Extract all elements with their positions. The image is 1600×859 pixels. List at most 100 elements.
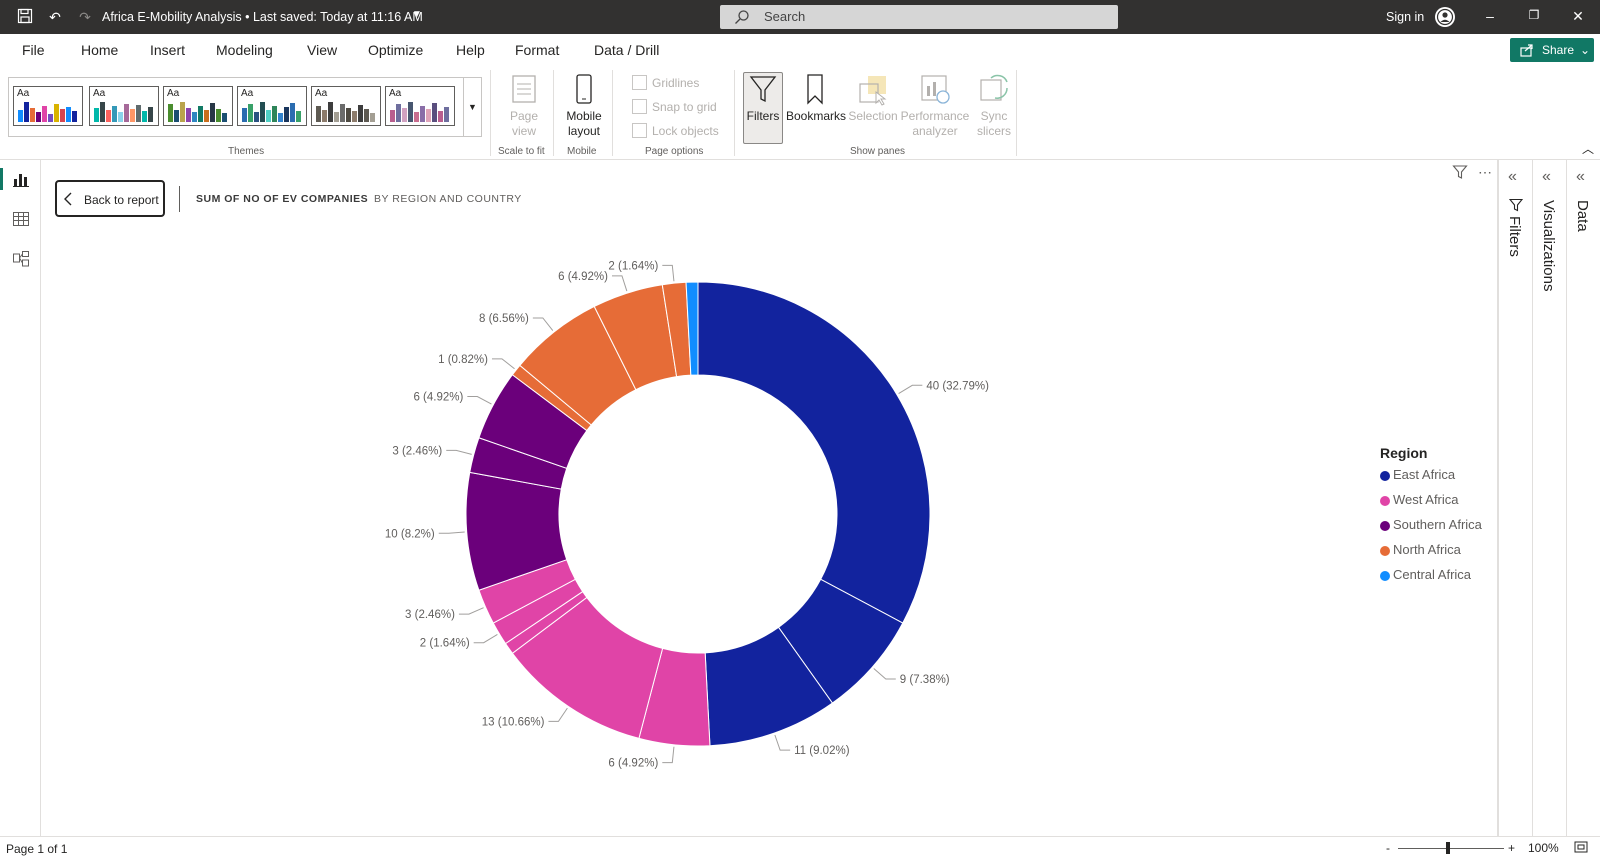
zoom-slider[interactable]: [1398, 848, 1504, 849]
performance-analyzer-button[interactable]: Performance analyzer: [900, 72, 970, 139]
data-pane-collapsed[interactable]: « Data: [1566, 160, 1600, 836]
donut-slice[interactable]: [697, 281, 931, 624]
selection-icon: [859, 76, 887, 106]
data-label: 40 (32.79%): [926, 380, 989, 392]
report-canvas: Back to report SUM OF NO OF EV COMPANIES…: [41, 160, 1498, 836]
data-label-leader: [873, 668, 896, 680]
legend-item-west-africa[interactable]: West Africa: [1380, 492, 1482, 517]
page-view-icon: [512, 75, 536, 103]
data-label-leader: [491, 358, 515, 370]
data-label: 10 (8.2%): [385, 528, 435, 540]
ribbon: Aa Aa Aa Aa Aa Aa ▼ Themes Page view Sca…: [0, 66, 1600, 160]
bookmark-icon: [807, 74, 823, 105]
page-indicator: Page 1 of 1: [6, 842, 68, 856]
avatar[interactable]: [1435, 7, 1455, 27]
legend-item-north-africa[interactable]: North Africa: [1380, 542, 1482, 567]
data-label-leader: [774, 734, 791, 751]
data-label: 2 (1.64%): [608, 260, 658, 272]
expand-filters-icon[interactable]: «: [1508, 168, 1517, 186]
snap-to-grid-label: Snap to grid: [652, 100, 717, 114]
visualizations-pane-collapsed[interactable]: « Visualizations: [1532, 160, 1566, 836]
filters-toggle[interactable]: Filters: [743, 72, 783, 124]
filters-pane-label: Filters: [1506, 216, 1523, 257]
chevron-down-icon: ⌄: [1580, 43, 1591, 57]
search-placeholder: Search: [764, 9, 806, 24]
legend-item-southern-africa[interactable]: Southern Africa: [1380, 517, 1482, 542]
document-title[interactable]: Africa E-Mobility Analysis • Last saved:…: [102, 10, 423, 24]
legend-item-central-africa[interactable]: Central Africa: [1380, 567, 1482, 592]
table-view-icon[interactable]: [12, 210, 30, 228]
data-label: 2 (1.64%): [420, 638, 470, 650]
selection-button[interactable]: Selection: [848, 72, 898, 124]
zoom-in-button[interactable]: +: [1508, 841, 1515, 855]
mobile-layout-label: Mobile layout: [566, 109, 602, 138]
tab-help[interactable]: Help: [456, 42, 485, 58]
data-label-leader: [898, 384, 923, 394]
expand-data-icon[interactable]: «: [1576, 168, 1585, 186]
data-label-leader: [467, 396, 492, 405]
data-label: 3 (2.46%): [405, 609, 455, 621]
tab-data-drill[interactable]: Data / Drill: [594, 42, 659, 58]
themes-group-label: Themes: [228, 146, 265, 157]
filters-label: Filters: [746, 109, 780, 123]
undo-icon[interactable]: ↶: [46, 8, 64, 26]
theme-swatch[interactable]: Aa: [89, 86, 159, 126]
legend-item-east-africa[interactable]: East Africa: [1380, 467, 1482, 492]
legend-title: Region: [1380, 445, 1428, 461]
tab-insert[interactable]: Insert: [150, 42, 185, 58]
close-icon[interactable]: ✕: [1568, 8, 1588, 25]
bookmarks-label: Bookmarks: [786, 109, 847, 123]
more-options-icon[interactable]: ⋯: [1478, 164, 1492, 181]
data-label: 9 (7.38%): [900, 674, 950, 686]
tab-modeling[interactable]: Modeling: [216, 42, 273, 58]
tab-format[interactable]: Format: [515, 42, 559, 58]
mobile-icon: [576, 74, 592, 104]
data-label: 6 (4.92%): [608, 758, 658, 770]
save-icon[interactable]: [16, 8, 34, 26]
theme-swatch[interactable]: Aa: [237, 86, 307, 126]
tab-view[interactable]: View: [304, 42, 340, 69]
theme-swatch[interactable]: Aa: [163, 86, 233, 126]
filter-icon: [1508, 198, 1524, 212]
theme-swatch[interactable]: Aa: [385, 86, 455, 126]
fit-to-page-icon[interactable]: [1574, 840, 1588, 857]
mobile-layout-button[interactable]: Mobile layout: [562, 72, 606, 139]
chart-legend: Region East Africa West Africa Southern …: [1380, 445, 1482, 592]
zoom-slider-thumb[interactable]: [1446, 842, 1450, 854]
data-pane-label: Data: [1574, 200, 1591, 232]
menu-bar: File Home Insert Modeling View Optimize …: [0, 34, 1600, 69]
restore-icon[interactable]: ❐: [1524, 8, 1544, 22]
zoom-out-button[interactable]: -: [1386, 841, 1390, 855]
sync-icon: [980, 74, 1008, 101]
tab-file[interactable]: File: [22, 42, 45, 58]
left-rail: [0, 160, 41, 836]
theme-swatch[interactable]: Aa: [13, 86, 83, 126]
data-label-leader: [611, 275, 628, 292]
sync-slicers-button[interactable]: Sync slicers: [972, 72, 1016, 139]
visualizations-pane-label: Visualizations: [1540, 200, 1557, 292]
minimize-icon[interactable]: –: [1480, 8, 1500, 24]
expand-visualizations-icon[interactable]: «: [1542, 168, 1551, 186]
gallery-more-button[interactable]: ▼: [463, 78, 481, 136]
tab-optimize[interactable]: Optimize: [368, 42, 423, 58]
data-label-leader: [446, 449, 472, 455]
zoom-level: 100%: [1528, 841, 1559, 855]
page-view-button[interactable]: Page view: [500, 72, 548, 139]
sign-in-link[interactable]: Sign in: [1386, 10, 1424, 24]
redo-icon[interactable]: ↷: [76, 8, 94, 26]
search-input[interactable]: Search: [720, 5, 1118, 29]
share-button[interactable]: Share ⌄: [1510, 38, 1594, 62]
selection-label: Selection: [848, 109, 898, 123]
collapse-ribbon-icon[interactable]: ︿: [1582, 140, 1594, 157]
report-view-icon[interactable]: [12, 170, 30, 188]
donut-chart[interactable]: 40 (32.79%) 9 (7.38%) 11 (9.02%) 6 (4.92%) 1…: [41, 160, 1461, 836]
filters-pane-collapsed[interactable]: « Filters: [1498, 160, 1532, 836]
data-label: 6 (4.92%): [558, 271, 608, 283]
tab-home[interactable]: Home: [81, 42, 118, 58]
chevron-down-icon[interactable]: ▼: [412, 9, 422, 20]
gridlines-label: Gridlines: [652, 76, 700, 90]
bookmarks-button[interactable]: Bookmarks: [786, 72, 847, 124]
model-view-icon[interactable]: [12, 250, 30, 268]
theme-swatch[interactable]: Aa: [311, 86, 381, 126]
data-label: 1 (0.82%): [438, 354, 488, 366]
